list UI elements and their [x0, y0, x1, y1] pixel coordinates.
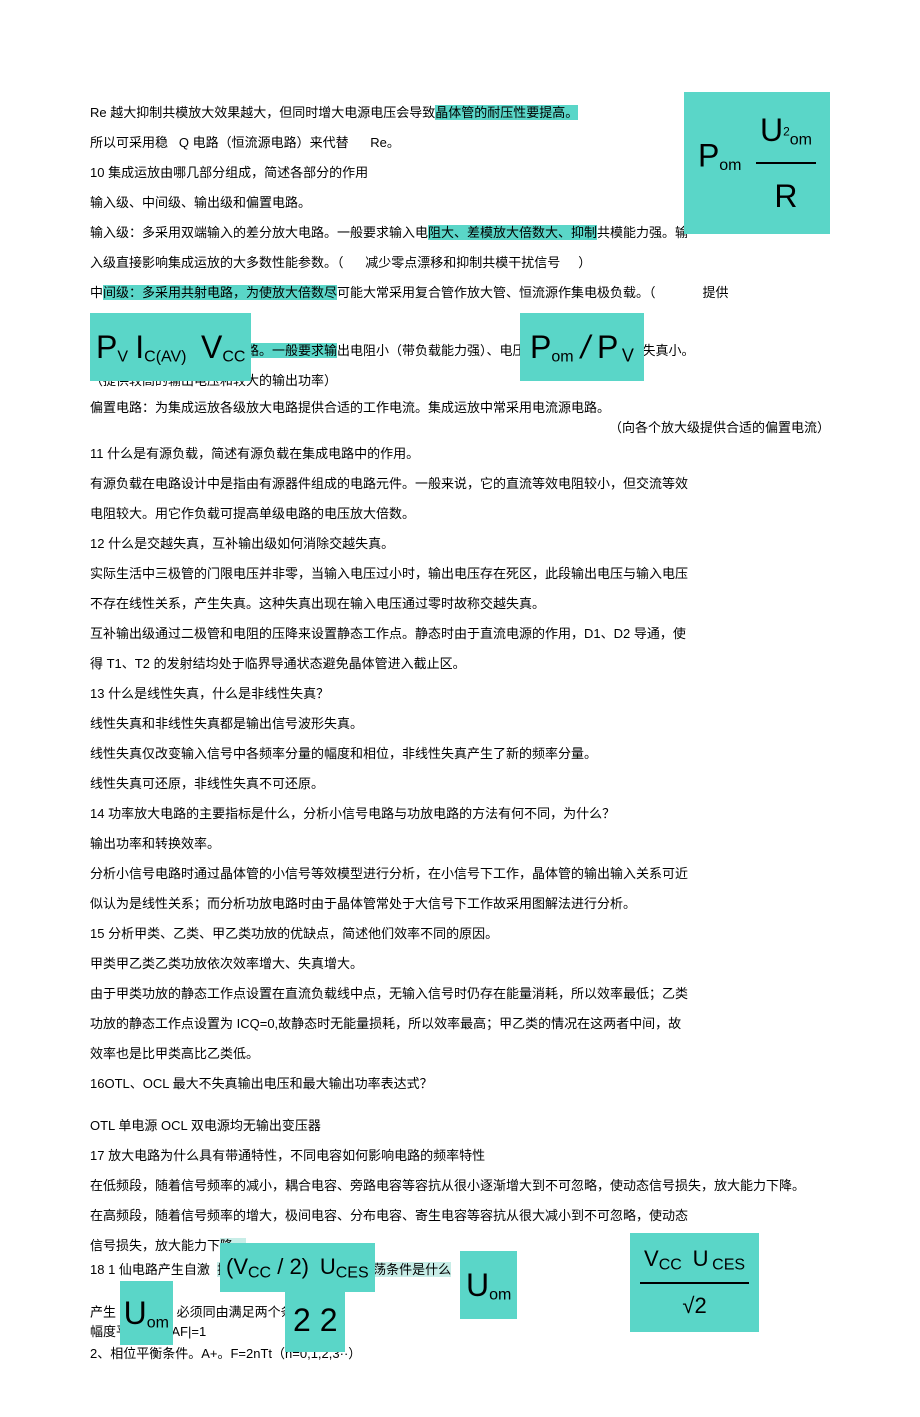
line-11: 偏置电路：为集成运放各级放大电路提供合适的工作电流。集成运放中常采用电流源电路。… — [90, 398, 830, 437]
line-30: 由于甲类功放的静态工作点设置在直流负载线中点，无输入信号时仍存在能量消耗，所以效… — [90, 981, 830, 1007]
formula-22: 2 2 — [285, 1288, 345, 1352]
formula-pv-right: Pom / P V — [520, 313, 644, 381]
line-26: 分析小信号电路时通过晶体管的小信号等效模型进行分析，在小信号下工作，晶体管的输出… — [90, 861, 830, 887]
line-35: 17 放大电路为什么具有带通特性，不同电容如何影响电路的频率特性 — [90, 1143, 830, 1169]
line-23: 线性失真可还原，非线性失真不可还原。 — [90, 771, 830, 797]
line-33: 16OTL、OCL 最大不失真输出电压和最大输出功率表达式？ — [90, 1071, 830, 1097]
line-19: 得 T1、T2 的发射结均处于临界导通状态避免晶体管进入截止区。 — [90, 651, 830, 677]
formula-uom-mid: Uom — [460, 1251, 517, 1319]
formula-vcc2: (VCC / 2) UCES — [220, 1243, 375, 1292]
line-20: 13 什么是线性失真，什么是非线性失真？ — [90, 681, 830, 707]
formula-vcc-sqrt2: VCC U CES √2 — [630, 1233, 759, 1332]
line-28: 15 分析甲类、乙类、甲乙类功放的优缺点，简述他们效率不同的原因。 — [90, 921, 830, 947]
line-34: OTL 单电源 OCL 双电源均无输出变压器 — [90, 1113, 830, 1139]
line-32: 效率也是比甲类高比乙类低。 — [90, 1041, 830, 1067]
line-29: 甲类甲乙类乙类功放依次效率增大、失真增大。 — [90, 951, 830, 977]
line-17: 不存在线性关系，产生失真。这种失真出现在输入电压通过零时故称交越失真。 — [90, 591, 830, 617]
line-21: 线性失真和非线性失真都是输出信号波形失真。 — [90, 711, 830, 737]
line-6: 入级直接影响集成运放的大多数性能参数。（ 减少零点漂移和抑制共模干扰信号 ） — [90, 250, 830, 276]
line-27: 似认为是线性关系；而分析功放电路时由于晶体管常处于大信号下工作故采用图解法进行分… — [90, 891, 830, 917]
line-31: 功放的静态工作点设置为 ICQ=0,故静态时无能量损耗，所以效率最高；甲乙类的情… — [90, 1011, 830, 1037]
line-25: 输出功率和转换效率。 — [90, 831, 830, 857]
line-16: 实际生活中三极管的门限电压并非零，当输入电压过小时，输出电压存在死区，此段输出电… — [90, 561, 830, 587]
formula-pv-left: PV IC(AV) VCC — [90, 313, 251, 381]
line-36: 在低频段，随着信号频率的减小，耦合电容、旁路电容等容抗从很小逐渐增大到不可忽略，… — [90, 1173, 830, 1199]
line-24: 14 功率放大电路的主要指标是什么，分析小信号电路与功放电路的方法有何不同，为什… — [90, 801, 830, 827]
line-12: 11 什么是有源负载，简述有源负载在集成电路中的作用。 — [90, 441, 830, 467]
line-42: 2、相位平衡条件。A+。F=2nTt（n=0,1,2,3··） — [90, 1345, 830, 1363]
line-13: 有源负载在电路设计中是指由有源器件组成的电路元件。一般来说，它的直流等效电阻较小… — [90, 471, 830, 497]
line-7: 中间级：多采用共射电路，为使放大倍数尽可能大常采用复合管作放大管、恒流源作集电极… — [90, 280, 830, 306]
line-22: 线性失真仅改变输入信号中各频率分量的幅度和相位，非线性失真产生了新的频率分量。 — [90, 741, 830, 767]
line-37: 在高频段，随着信号频率的增大，极间电容、分布电容、寄生电容等容抗从很大减小到不可… — [90, 1203, 830, 1229]
line-18: 互补输出级通过二极管和电阻的压降来设置静态工作点。静态时由于直流电源的作用，D1… — [90, 621, 830, 647]
formula-pom: Pom U2om R — [684, 92, 830, 234]
line-14: 电阻较大。用它作负载可提高单级电路的电压放大倍数。 — [90, 501, 830, 527]
line-15: 12 什么是交越失真，互补输出级如何消除交越失真。 — [90, 531, 830, 557]
